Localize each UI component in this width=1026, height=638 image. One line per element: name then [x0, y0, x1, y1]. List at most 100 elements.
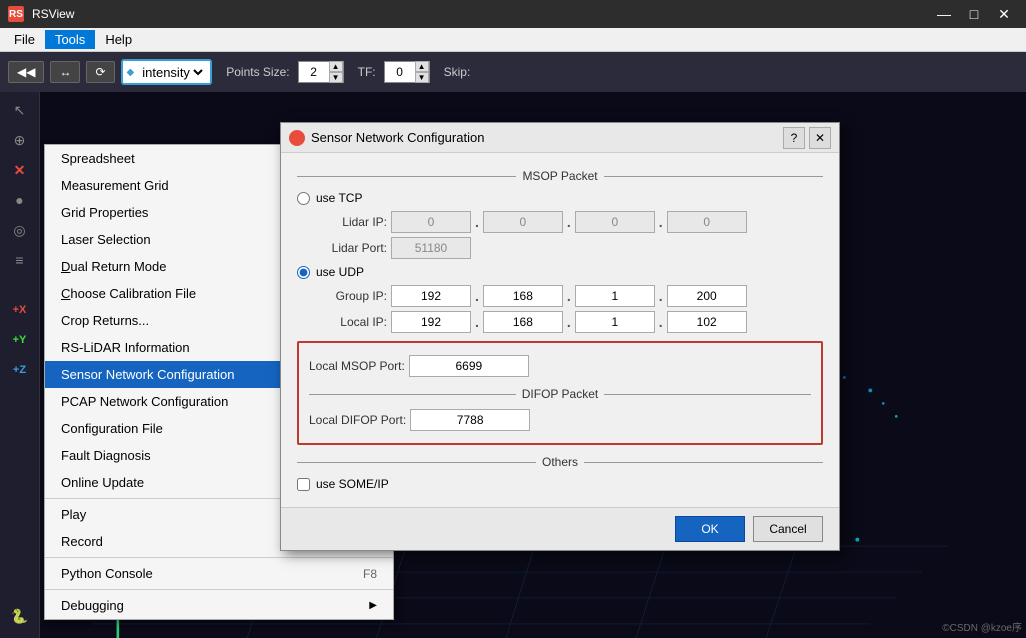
msop-packet-label: MSOP Packet [522, 169, 597, 183]
local-ip-3[interactable] [575, 311, 655, 333]
others-line-left [297, 462, 536, 463]
tf-label: TF: [358, 65, 376, 79]
group-ip-dot-3: . [659, 288, 663, 304]
use-tcp-label: use TCP [316, 191, 362, 205]
app-title: RSView [32, 7, 74, 21]
local-ip-row: Local IP: . . . [297, 311, 823, 333]
tf-spinbox: ▲ ▼ [384, 61, 430, 83]
group-ip-label: Group IP: [297, 289, 387, 303]
titlebar: RS RSView — □ ✕ [0, 0, 1026, 28]
points-size-label: Points Size: [226, 65, 289, 79]
dialog-title-icon [289, 130, 305, 146]
local-ip-dot-1: . [475, 314, 479, 330]
menubar: File Tools Help [0, 28, 1026, 52]
others-label: Others [542, 455, 578, 469]
tf-up[interactable]: ▲ [415, 61, 429, 72]
lidar-ip-dot-3: . [659, 214, 663, 230]
use-udp-radio[interactable] [297, 266, 310, 279]
group-ip-3[interactable] [575, 285, 655, 307]
dialog-footer: OK Cancel [281, 507, 839, 550]
msop-line-left [297, 176, 516, 177]
msop-section-header: MSOP Packet [297, 169, 823, 183]
local-msop-port-row: Local MSOP Port: [309, 355, 811, 377]
group-ip-4[interactable] [667, 285, 747, 307]
use-some-ip-row: use SOME/IP [297, 477, 823, 491]
local-ip-4[interactable] [667, 311, 747, 333]
points-size-input[interactable] [299, 65, 329, 79]
toolbar-btn-3[interactable]: ⟳ [86, 61, 114, 83]
points-size-up[interactable]: ▲ [329, 61, 343, 72]
minimize-button[interactable]: — [930, 3, 958, 25]
lidar-ip-dot-2: . [567, 214, 571, 230]
local-msop-port-label: Local MSOP Port: [309, 359, 405, 373]
menu-tools[interactable]: Tools [45, 30, 95, 49]
app-icon: RS [8, 6, 24, 22]
difop-line-left [309, 394, 516, 395]
toolbar-btn-1[interactable]: ◀◀ [8, 61, 44, 83]
others-line-right [584, 462, 823, 463]
local-msop-port-input[interactable] [409, 355, 529, 377]
points-size-spin-buttons: ▲ ▼ [329, 61, 343, 83]
intensity-select-wrap: intensity [121, 59, 213, 85]
lidar-ip-row: Lidar IP: . . . [297, 211, 823, 233]
msop-line-right [604, 176, 823, 177]
lidar-ip-3[interactable] [575, 211, 655, 233]
highlight-box: Local MSOP Port: DIFOP Packet Local DIFO… [297, 341, 823, 445]
points-size-spinbox: ▲ ▼ [298, 61, 344, 83]
use-some-ip-label: use SOME/IP [316, 477, 389, 491]
intensity-select[interactable]: intensity [138, 64, 206, 81]
main-area: ↖ ⊕ ✕ ● ◎ ≡ +X +Y +Z 🐍 [0, 92, 1026, 638]
others-section-header: Others [297, 455, 823, 469]
local-difop-port-input[interactable] [410, 409, 530, 431]
local-difop-port-label: Local DIFOP Port: [309, 413, 406, 427]
tf-spin-buttons: ▲ ▼ [415, 61, 429, 83]
lidar-ip-dot-1: . [475, 214, 479, 230]
group-ip-dot-1: . [475, 288, 479, 304]
menu-file[interactable]: File [4, 30, 45, 49]
dialog-close-button[interactable]: ✕ [809, 127, 831, 149]
use-tcp-radio[interactable] [297, 192, 310, 205]
menu-help[interactable]: Help [95, 30, 142, 49]
local-difop-port-row: Local DIFOP Port: [309, 409, 811, 431]
dialog-body: MSOP Packet use TCP Lidar IP: . . . [281, 153, 839, 507]
local-ip-1[interactable] [391, 311, 471, 333]
lidar-ip-2[interactable] [483, 211, 563, 233]
tf-input[interactable] [385, 65, 415, 79]
toolbar-btn-2[interactable]: ↔ [50, 61, 80, 83]
dialog-titlebar: Sensor Network Configuration ? ✕ [281, 123, 839, 153]
difop-line-right [604, 394, 811, 395]
dialog-title: Sensor Network Configuration [311, 130, 484, 145]
use-tcp-row: use TCP [297, 191, 823, 205]
others-section: Others use SOME/IP [297, 455, 823, 491]
lidar-ip-label: Lidar IP: [297, 215, 387, 229]
difop-packet-label: DIFOP Packet [522, 387, 598, 401]
group-ip-row: Group IP: . . . [297, 285, 823, 307]
tf-down[interactable]: ▼ [415, 72, 429, 83]
dialog-ok-button[interactable]: OK [675, 516, 745, 542]
dialog-help-button[interactable]: ? [783, 127, 805, 149]
toolbar: ◀◀ ↔ ⟳ intensity Points Size: ▲ ▼ TF: ▲ … [0, 52, 1026, 92]
lidar-port-row: Lidar Port: [297, 237, 823, 259]
local-ip-2[interactable] [483, 311, 563, 333]
lidar-port-input[interactable] [391, 237, 471, 259]
local-ip-label: Local IP: [297, 315, 387, 329]
group-ip-1[interactable] [391, 285, 471, 307]
lidar-ip-4[interactable] [667, 211, 747, 233]
use-udp-label: use UDP [316, 265, 364, 279]
points-size-down[interactable]: ▼ [329, 72, 343, 83]
skip-label: Skip: [444, 65, 471, 79]
sensor-network-config-dialog: Sensor Network Configuration ? ✕ MSOP Pa… [280, 122, 840, 551]
window-close-button[interactable]: ✕ [990, 3, 1018, 25]
lidar-ip-1[interactable] [391, 211, 471, 233]
local-ip-dot-3: . [659, 314, 663, 330]
maximize-button[interactable]: □ [960, 3, 988, 25]
group-ip-2[interactable] [483, 285, 563, 307]
group-ip-dot-2: . [567, 288, 571, 304]
use-some-ip-checkbox[interactable] [297, 478, 310, 491]
titlebar-controls: — □ ✕ [930, 3, 1018, 25]
local-ip-dot-2: . [567, 314, 571, 330]
difop-section-header: DIFOP Packet [309, 387, 811, 401]
use-udp-row: use UDP [297, 265, 823, 279]
dialog-cancel-button[interactable]: Cancel [753, 516, 823, 542]
lidar-port-label: Lidar Port: [297, 241, 387, 255]
